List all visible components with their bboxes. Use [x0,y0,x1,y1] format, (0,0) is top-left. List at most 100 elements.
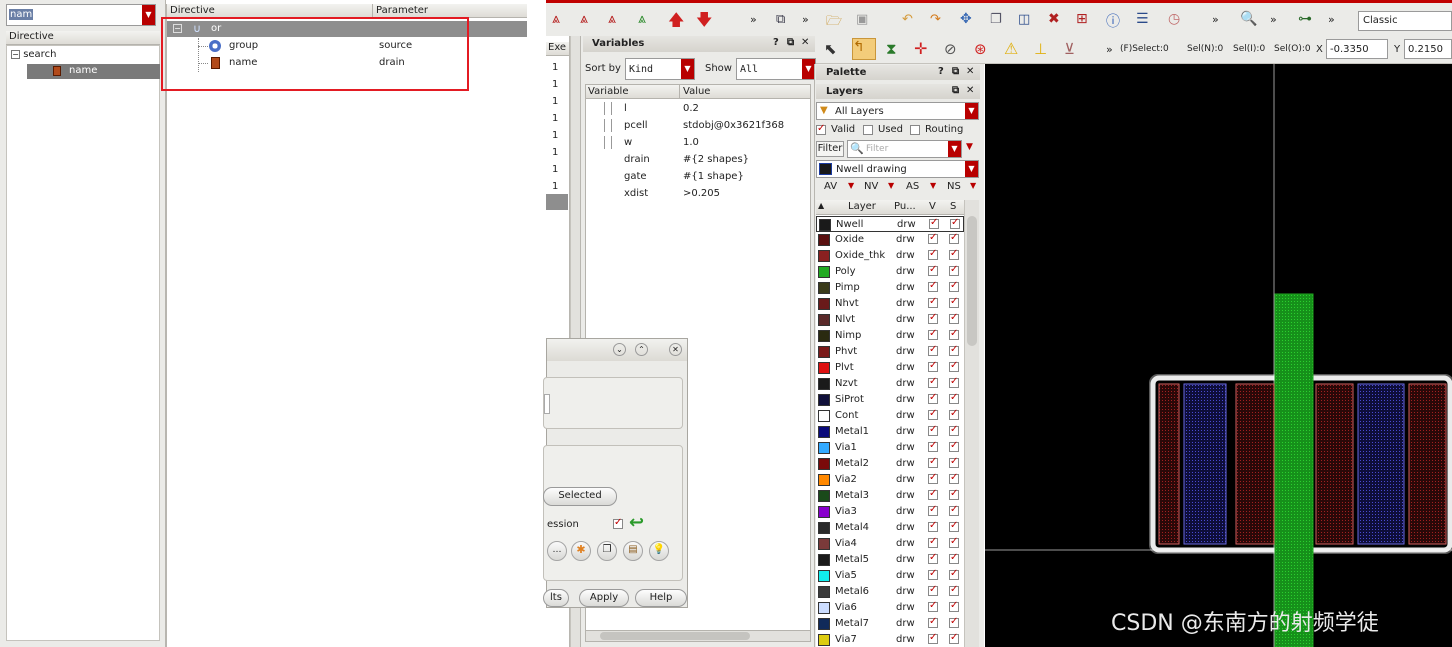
layer-row[interactable]: Pimp drw [816,280,964,296]
layer-visible-checkbox[interactable] [928,568,938,580]
more-icon[interactable]: » [1212,13,1230,31]
layer-selectable-checkbox[interactable] [949,248,959,260]
chevron-down-icon[interactable]: ▼ [965,103,978,119]
layer-selectable-checkbox[interactable] [949,552,959,564]
layer-row[interactable]: Nzvt drw [816,376,964,392]
layer-row[interactable]: Nimp drw [816,328,964,344]
more-icon[interactable]: » [1270,13,1288,31]
none-visible-button[interactable]: NV [864,181,878,192]
layer-visible-checkbox[interactable] [928,632,938,644]
layer-row[interactable]: Nwell drw [816,216,964,232]
layer-selectable-checkbox[interactable] [949,392,959,404]
search-input-value[interactable]: nam [9,9,34,20]
layer-row[interactable]: Via7 drw [816,632,964,647]
layer-visible-checkbox[interactable] [928,360,938,372]
layer-row[interactable]: Metal5 drw [816,552,964,568]
float-icon[interactable]: ⧉ [787,37,794,48]
layer-selectable-checkbox[interactable] [949,472,959,484]
chevron-down-icon[interactable]: ▼ [848,181,854,190]
x-coord-field[interactable]: -0.3350 [1326,39,1388,59]
layer-visible-checkbox[interactable] [928,600,938,612]
marker-icon[interactable]: ⊥ [1034,40,1052,58]
layer-visible-checkbox[interactable] [929,217,939,229]
dialog-field[interactable] [544,394,550,414]
routing-checkbox[interactable] [910,125,920,135]
chevron-down-icon[interactable]: ▼ [888,181,894,190]
marker-clear-icon[interactable]: ⊻ [1064,40,1082,58]
layer-visible-checkbox[interactable] [928,424,938,436]
layer-visible-checkbox[interactable] [928,536,938,548]
arrow-up-icon[interactable]: 🡅 [668,9,686,29]
results-button[interactable]: lts [543,589,569,607]
ruler-icon[interactable]: ⊘ [944,40,962,58]
properties-icon[interactable]: ⊞ [1076,11,1094,29]
history-icon[interactable]: ◷ [1168,11,1186,29]
chevron-down-icon[interactable]: ▼ [965,161,978,177]
layer-selectable-checkbox[interactable] [949,632,959,644]
layer-selectable-checkbox[interactable] [949,568,959,580]
none-selectable-button[interactable]: NS [947,181,961,192]
layer-row[interactable]: Via1 drw [816,440,964,456]
layer-selectable-checkbox[interactable] [949,536,959,548]
layer-filter-input[interactable]: 🔍 Filter ▼ [847,140,962,158]
layers-scrollbar[interactable] [964,200,979,647]
collapse-icon[interactable]: − [11,50,20,59]
variable-row[interactable]: gate #{1 shape} [586,169,810,185]
move-icon[interactable]: ✥ [960,11,978,29]
layer-row[interactable]: Metal1 drw [816,424,964,440]
sort-icon[interactable]: ▲ [818,201,824,210]
layer-visible-checkbox[interactable] [928,344,938,356]
float-icon[interactable]: ⧉ [952,85,959,96]
settings-hierarchy-icon[interactable]: ⩓ [608,11,626,29]
layer-row[interactable]: Metal6 drw [816,584,964,600]
hierarchy-icon[interactable]: ⩓ [552,11,570,29]
layer-visible-checkbox[interactable] [928,296,938,308]
layer-selectable-checkbox[interactable] [949,584,959,596]
layer-set-select[interactable]: ▼ All Layers ▼ [816,102,979,120]
copy-icon[interactable]: ❐ [990,12,1008,30]
layer-visible-checkbox[interactable] [928,552,938,564]
layer-visible-checkbox[interactable] [928,488,938,500]
chevron-down-icon[interactable]: ▼ [681,59,694,79]
maximize-icon[interactable]: ⌃ [635,343,648,356]
layer-selectable-checkbox[interactable] [949,280,959,292]
filter-button[interactable]: Filter [816,141,844,157]
variable-row[interactable]: pcell stdobj@0x3621f368 [586,118,810,134]
layer-selectable-checkbox[interactable] [949,520,959,532]
layer-visible-checkbox[interactable] [928,584,938,596]
hierarchy-tree-icon[interactable]: ⊶ [1298,11,1316,29]
current-layer-select[interactable]: Nwell drawing ▼ [816,160,979,178]
layer-visible-checkbox[interactable] [928,328,938,340]
warning-icon[interactable]: ⚠ [1004,39,1022,58]
undo-icon[interactable]: ↶ [902,12,920,30]
layout-canvas[interactable]: CSDN @东南方的射频学徒 [985,64,1452,647]
delete-icon[interactable]: ✖ [1048,11,1066,29]
layer-visible-checkbox[interactable] [928,616,938,628]
layer-selectable-checkbox[interactable] [949,600,959,612]
minimize-icon[interactable]: ⌄ [613,343,626,356]
layer-visible-checkbox[interactable] [928,408,938,420]
layer-row[interactable]: Plvt drw [816,360,964,376]
variable-row[interactable]: drain #{2 shapes} [586,152,810,168]
layer-visible-checkbox[interactable] [928,248,938,260]
layer-selectable-checkbox[interactable] [949,488,959,500]
layer-selectable-checkbox[interactable] [949,264,959,276]
more-options-icon[interactable]: … [547,541,567,561]
clear-icon[interactable]: ✱ [571,541,591,561]
layer-selectable-checkbox[interactable] [949,424,959,436]
variable-row[interactable]: xdist >0.205 [586,186,810,202]
layer-row[interactable]: Metal4 drw [816,520,964,536]
layer-selectable-checkbox[interactable] [949,456,959,468]
variable-row[interactable]: w 1.0 [586,135,810,151]
close-icon[interactable]: ✕ [966,66,974,77]
layer-selectable-checkbox[interactable] [949,360,959,372]
variables-hscroll[interactable] [585,630,811,642]
return-arrow-icon[interactable]: ↩ [629,512,644,533]
layer-selectable-checkbox[interactable] [949,408,959,420]
layer-row[interactable]: Poly drw [816,264,964,280]
layer-selectable-checkbox[interactable] [950,217,960,229]
layer-visible-checkbox[interactable] [928,312,938,324]
chevron-down-icon[interactable]: ▼ [948,141,961,157]
chevron-down-icon[interactable]: ▼ [970,181,976,190]
help-icon[interactable]: ? [773,37,779,48]
